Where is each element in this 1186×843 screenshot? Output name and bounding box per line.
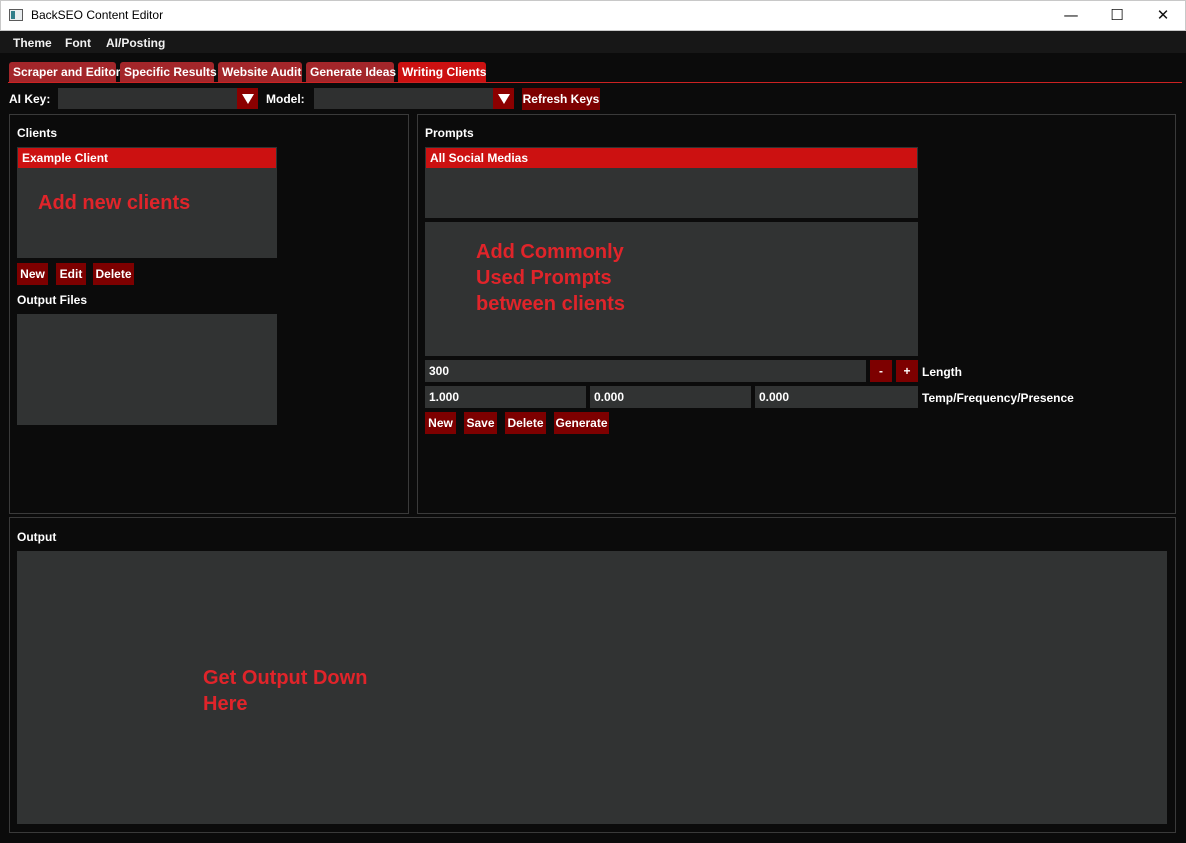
close-icon[interactable]: ✕ — [1140, 0, 1186, 30]
temp-frequency-presence-label: Temp/Frequency/Presence — [922, 391, 1074, 405]
model-label: Model: — [266, 92, 305, 106]
chevron-down-icon[interactable] — [237, 88, 258, 109]
clients-title: Clients — [17, 126, 58, 140]
menu-bar — [0, 31, 1186, 53]
menu-theme[interactable]: Theme — [13, 36, 52, 50]
chevron-down-icon[interactable] — [493, 88, 514, 109]
frequency-input[interactable]: 0.000 — [590, 386, 751, 408]
delete-prompt-button[interactable]: Delete — [505, 412, 546, 434]
save-prompt-button[interactable]: Save — [464, 412, 497, 434]
model-select[interactable] — [314, 88, 514, 109]
tab-writing-clients[interactable]: Writing Clients — [398, 62, 486, 82]
tab-specific-results[interactable]: Specific Results — [120, 62, 217, 82]
length-increase-button[interactable]: + — [896, 360, 918, 382]
minimize-icon[interactable]: — — [1048, 0, 1094, 30]
ai-key-select[interactable] — [58, 88, 258, 109]
new-client-button[interactable]: New — [17, 263, 48, 285]
length-input[interactable]: 300 — [425, 360, 866, 382]
list-item[interactable]: All Social Medias — [426, 148, 917, 168]
refresh-keys-button[interactable]: Refresh Keys — [522, 88, 600, 110]
maximize-icon[interactable]: ☐ — [1094, 0, 1140, 30]
presence-input[interactable]: 0.000 — [755, 386, 918, 408]
tab-scraper-and-editor[interactable]: Scraper and Editor — [9, 62, 120, 82]
ai-key-label: AI Key: — [9, 92, 51, 106]
generate-button[interactable]: Generate — [554, 412, 609, 434]
tab-divider — [8, 82, 1182, 83]
menu-ai-posting[interactable]: AI/Posting — [106, 36, 165, 50]
output-files-list[interactable] — [17, 314, 277, 425]
tab-website-audit[interactable]: Website Audit — [218, 62, 302, 82]
tab-generate-ideas[interactable]: Generate Ideas — [306, 62, 396, 82]
prompts-annotation: Add Commonly Used Prompts between client… — [476, 241, 625, 315]
temperature-input[interactable]: 1.000 — [425, 386, 586, 408]
length-label: Length — [922, 365, 962, 379]
window-title: BackSEO Content Editor — [31, 8, 164, 22]
menu-font[interactable]: Font — [65, 36, 91, 50]
app-icon — [9, 9, 23, 21]
new-prompt-button[interactable]: New — [425, 412, 456, 434]
delete-client-button[interactable]: Delete — [93, 263, 134, 285]
output-annotation: Get Output Down Here — [203, 667, 368, 715]
output-text-area[interactable] — [17, 551, 1167, 824]
list-item[interactable]: Example Client — [18, 148, 276, 168]
title-bar — [0, 0, 1186, 31]
clients-annotation: Add new clients — [38, 192, 191, 214]
prompts-title: Prompts — [425, 126, 474, 140]
length-decrease-button[interactable]: - — [870, 360, 892, 382]
output-title: Output — [17, 530, 57, 544]
output-files-title: Output Files — [17, 293, 87, 307]
edit-client-button[interactable]: Edit — [56, 263, 86, 285]
